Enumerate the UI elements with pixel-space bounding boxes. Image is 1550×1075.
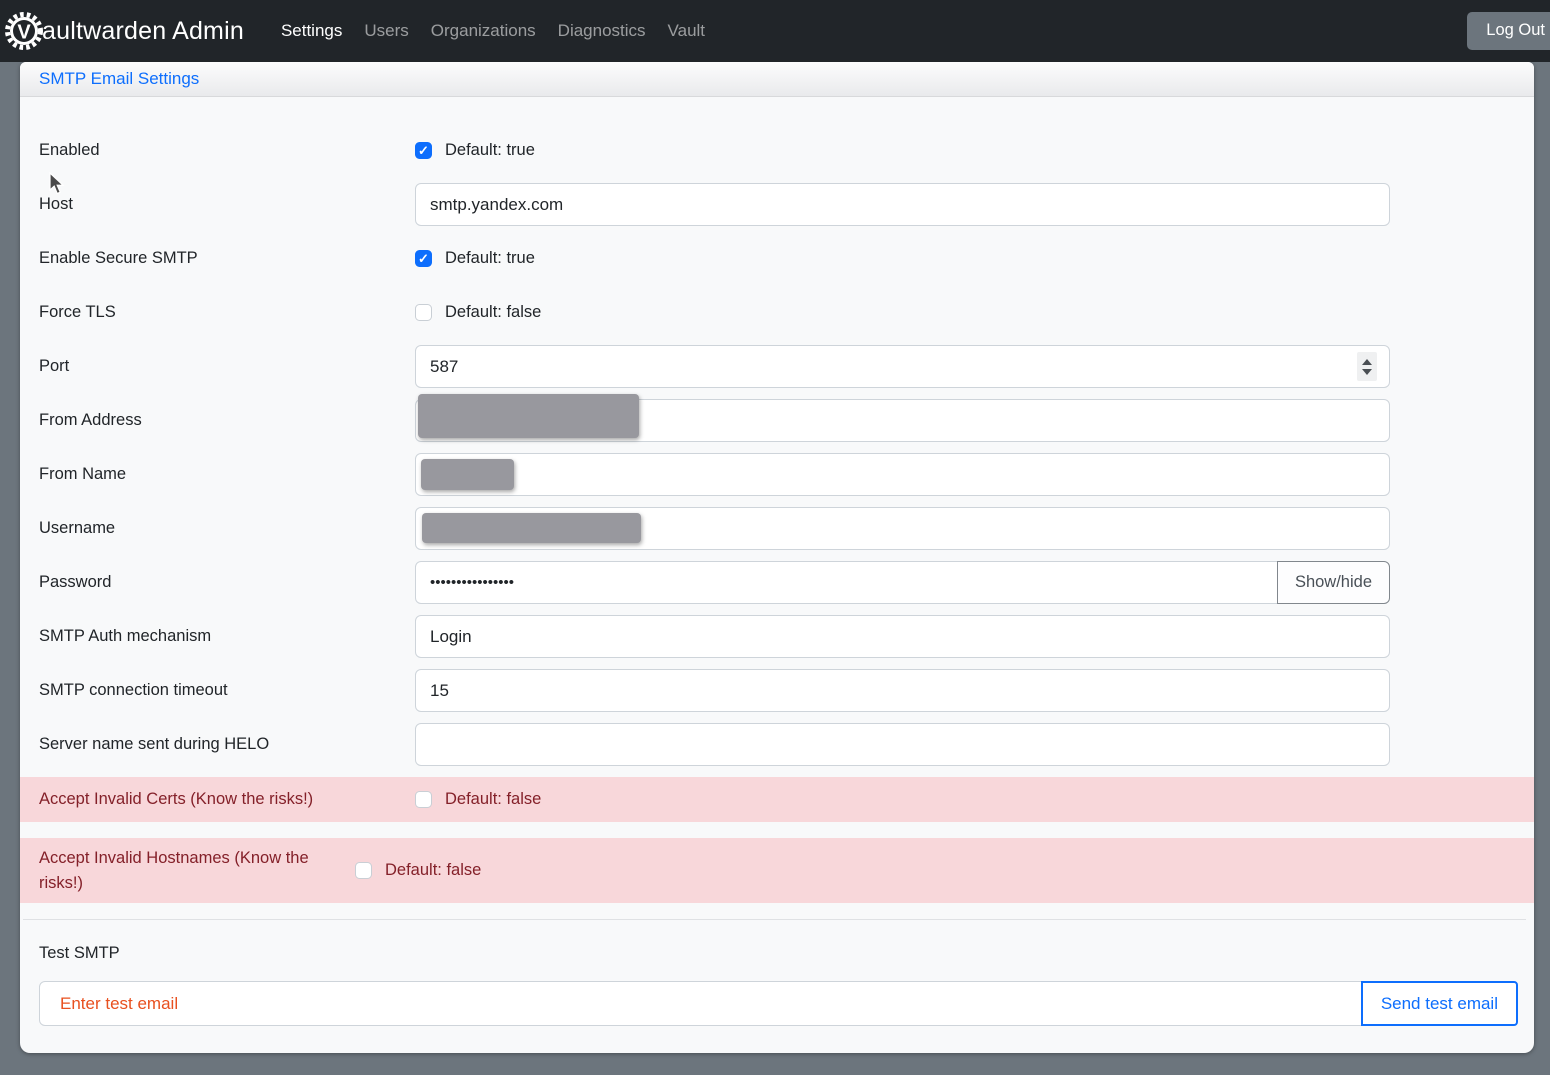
force-tls-label: Force TLS bbox=[39, 300, 415, 325]
helo-label: Server name sent during HELO bbox=[39, 732, 415, 757]
row-from-name: From Name bbox=[39, 453, 1518, 496]
send-test-email-button[interactable]: Send test email bbox=[1361, 981, 1518, 1026]
port-input[interactable] bbox=[415, 345, 1390, 388]
section-divider bbox=[23, 919, 1526, 920]
row-host: Host bbox=[39, 183, 1518, 226]
password-input[interactable] bbox=[415, 561, 1278, 604]
row-timeout: SMTP connection timeout bbox=[39, 669, 1518, 712]
timeout-input[interactable] bbox=[415, 669, 1390, 712]
test-email-input[interactable] bbox=[39, 981, 1362, 1026]
row-secure-smtp: Enable Secure SMTP Default: true bbox=[39, 237, 1518, 280]
test-smtp-group: Send test email bbox=[39, 981, 1518, 1026]
row-invalid-certs: Accept Invalid Certs (Know the risks!) D… bbox=[20, 777, 1534, 822]
row-port: Port bbox=[39, 345, 1518, 388]
auth-mechanism-input[interactable] bbox=[415, 615, 1390, 658]
top-navbar: V aultwarden Admin Settings Users Organi… bbox=[0, 0, 1550, 62]
test-smtp-label: Test SMTP bbox=[39, 944, 1518, 963]
nav-item-users[interactable]: Users bbox=[353, 0, 419, 62]
row-invalid-hostnames: Accept Invalid Hostnames (Know the risks… bbox=[20, 838, 1534, 903]
redaction-block bbox=[422, 513, 641, 543]
brand-title: aultwarden Admin bbox=[42, 17, 244, 46]
enabled-default-text: Default: true bbox=[445, 141, 535, 160]
brand[interactable]: V aultwarden Admin bbox=[4, 11, 244, 51]
auth-mechanism-label: SMTP Auth mechanism bbox=[39, 624, 415, 649]
row-enabled: Enabled Default: true bbox=[39, 129, 1518, 172]
nav-item-organizations[interactable]: Organizations bbox=[420, 0, 547, 62]
stepper-down-icon[interactable] bbox=[1362, 369, 1372, 375]
nav-item-vault[interactable]: Vault bbox=[657, 0, 717, 62]
timeout-label: SMTP connection timeout bbox=[39, 678, 415, 703]
host-input[interactable] bbox=[415, 183, 1390, 226]
username-label: Username bbox=[39, 516, 415, 541]
force-tls-default-text: Default: false bbox=[445, 303, 541, 322]
row-force-tls: Force TLS Default: false bbox=[39, 291, 1518, 334]
logout-button[interactable]: Log Out bbox=[1467, 12, 1550, 50]
main-nav: Settings Users Organizations Diagnostics… bbox=[270, 0, 716, 62]
smtp-email-settings-link[interactable]: SMTP Email Settings bbox=[39, 69, 199, 89]
row-from-address: From Address bbox=[39, 399, 1518, 442]
invalid-certs-label: Accept Invalid Certs (Know the risks!) bbox=[39, 787, 415, 812]
password-label: Password bbox=[39, 570, 415, 595]
port-label: Port bbox=[39, 354, 415, 379]
svg-text:V: V bbox=[17, 22, 31, 44]
row-username: Username bbox=[39, 507, 1518, 550]
row-auth-mechanism: SMTP Auth mechanism bbox=[39, 615, 1518, 658]
force-tls-checkbox[interactable] bbox=[415, 304, 432, 321]
invalid-certs-default-text: Default: false bbox=[445, 790, 541, 809]
from-address-label: From Address bbox=[39, 408, 415, 433]
card-header: SMTP Email Settings bbox=[20, 62, 1534, 97]
enabled-label: Enabled bbox=[39, 138, 415, 163]
password-showhide-button[interactable]: Show/hide bbox=[1277, 561, 1390, 604]
helo-input[interactable] bbox=[415, 723, 1390, 766]
row-helo: Server name sent during HELO bbox=[39, 723, 1518, 766]
redaction-block bbox=[421, 459, 514, 490]
from-name-input[interactable] bbox=[415, 453, 1390, 496]
secure-smtp-label: Enable Secure SMTP bbox=[39, 246, 415, 271]
port-stepper[interactable] bbox=[1357, 352, 1377, 381]
invalid-hostnames-checkbox[interactable] bbox=[355, 862, 372, 879]
invalid-hostnames-default-text: Default: false bbox=[385, 861, 481, 880]
row-password: Password Show/hide bbox=[39, 561, 1518, 604]
smtp-settings-card: SMTP Email Settings Enabled Default: tru… bbox=[20, 62, 1534, 1053]
redaction-block bbox=[418, 394, 639, 438]
enabled-checkbox[interactable] bbox=[415, 142, 432, 159]
card-body: Enabled Default: true Host Enable Secure… bbox=[20, 97, 1534, 1053]
nav-item-settings[interactable]: Settings bbox=[270, 0, 353, 62]
from-name-label: From Name bbox=[39, 462, 415, 487]
invalid-hostnames-label: Accept Invalid Hostnames (Know the risks… bbox=[39, 846, 355, 896]
host-label: Host bbox=[39, 192, 415, 217]
secure-smtp-default-text: Default: true bbox=[445, 249, 535, 268]
vaultwarden-logo-icon: V bbox=[4, 11, 44, 51]
invalid-certs-checkbox[interactable] bbox=[415, 791, 432, 808]
secure-smtp-checkbox[interactable] bbox=[415, 250, 432, 267]
stepper-up-icon[interactable] bbox=[1362, 359, 1372, 365]
nav-item-diagnostics[interactable]: Diagnostics bbox=[547, 0, 657, 62]
